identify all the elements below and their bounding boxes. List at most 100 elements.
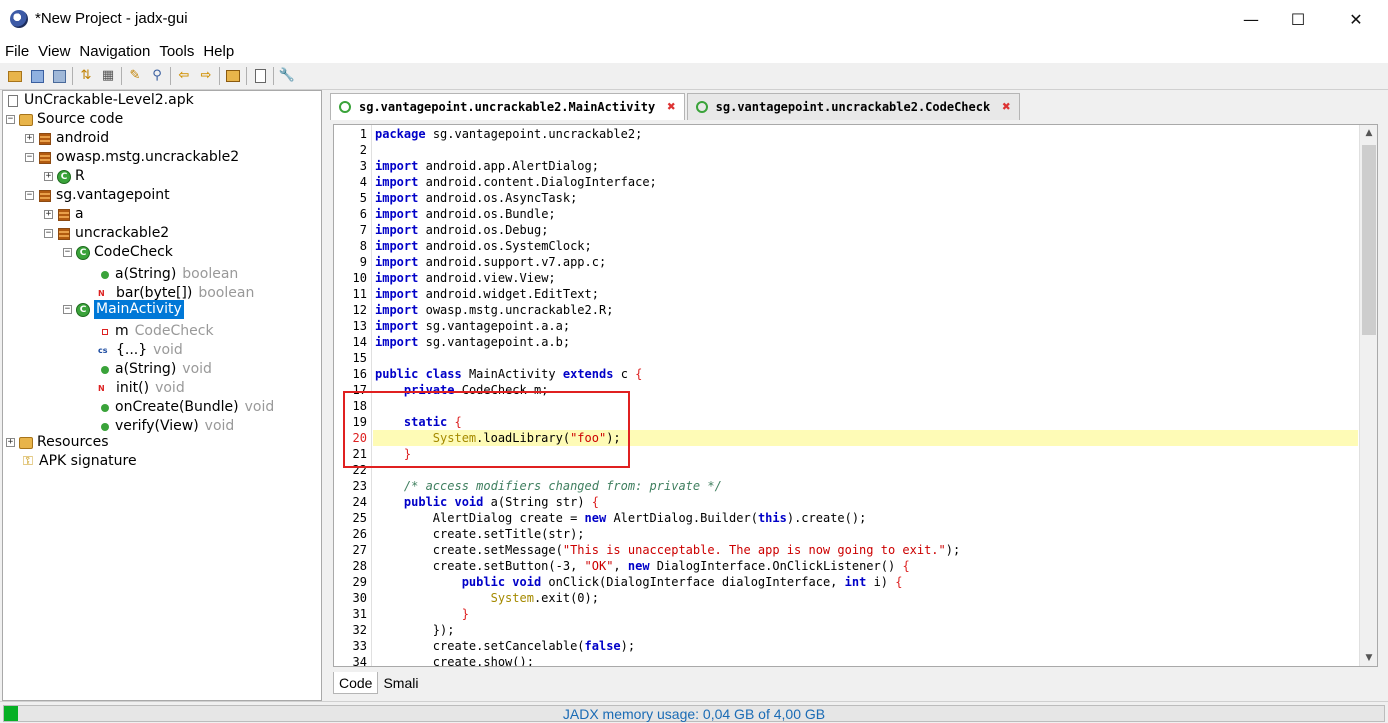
collapse-icon[interactable]: −: [25, 153, 34, 162]
collapse-icon[interactable]: −: [25, 191, 34, 200]
annotation-box: [343, 391, 630, 468]
code-line: import android.os.Bundle;: [375, 206, 556, 222]
package-icon: [57, 208, 71, 222]
code-editor[interactable]: 1 2 3 4 5 6 7 8 9 10 11 12 13 14 15 16 17 18 19 20 21 22 23 24 2…: [333, 124, 1378, 667]
tree-label: sg.vantagepoint: [56, 187, 170, 203]
key-icon: ⚿: [23, 453, 33, 469]
log-icon[interactable]: [252, 68, 268, 84]
tree-source-code[interactable]: − Source code: [6, 110, 123, 129]
tree-ma-verify[interactable]: verify(View) void: [98, 417, 234, 436]
tree-root-apk[interactable]: UnCrackable-Level2.apk: [6, 91, 194, 110]
scrollbar-thumb[interactable]: [1362, 145, 1376, 335]
collapse-icon[interactable]: −: [44, 229, 53, 238]
code-token: public void: [403, 495, 484, 509]
code-token: });: [375, 623, 455, 637]
project-tree: UnCrackable-Level2.apk − Source code + a…: [2, 90, 322, 701]
code-line: public void onClick(DialogInterface dial…: [375, 574, 903, 590]
close-tab-icon[interactable]: ✖: [667, 99, 675, 115]
save-all-icon[interactable]: [51, 68, 67, 84]
collapse-icon[interactable]: −: [6, 115, 15, 124]
collapse-icon[interactable]: −: [63, 305, 72, 314]
tree-pkg-owasp[interactable]: − owasp.mstg.uncrackable2: [25, 148, 239, 167]
expand-icon[interactable]: +: [25, 134, 34, 143]
menu-file[interactable]: File: [5, 43, 29, 60]
toolbar: ⇅ ▦ ✎ ⚲ ⇦ ⇨ 🔧: [0, 63, 1388, 90]
tree-ma-init[interactable]: N init() void: [98, 379, 185, 398]
tree-field-m[interactable]: m CodeCheck: [98, 322, 214, 341]
add-files-icon[interactable]: [29, 68, 45, 84]
close-tab-icon[interactable]: ✖: [1002, 99, 1010, 115]
line-number: 12: [352, 303, 367, 317]
close-window-button[interactable]: ✕: [1333, 0, 1379, 39]
expand-icon[interactable]: +: [44, 172, 53, 181]
folder-icon: [19, 113, 33, 127]
tab-label: sg.vantagepoint.uncrackable2.CodeCheck: [715, 100, 991, 114]
tree-apk-signature[interactable]: ⚿ APK signature: [21, 452, 137, 471]
menu-navigation[interactable]: Navigation: [79, 43, 150, 60]
code-line: public void a(String str) {: [375, 494, 599, 510]
code-token: DialogInterface.OnClickListener(): [656, 559, 896, 573]
editor-tabs: sg.vantagepoint.uncrackable2.MainActivit…: [330, 93, 1022, 120]
maximize-button[interactable]: ☐: [1275, 0, 1321, 39]
open-file-icon[interactable]: [7, 68, 23, 84]
preferences-icon[interactable]: 🔧: [279, 68, 295, 84]
code-token: owasp.mstg.uncrackable2.R;: [425, 303, 614, 317]
tree-ma-oncreate[interactable]: onCreate(Bundle) void: [98, 398, 274, 417]
menu-tools[interactable]: Tools: [159, 43, 194, 60]
menu-help[interactable]: Help: [203, 43, 234, 60]
field-icon: [102, 328, 108, 335]
code-token: import: [375, 207, 419, 221]
forward-icon[interactable]: ⇨: [198, 68, 214, 84]
tree-method-a-string[interactable]: a(String) boolean: [98, 265, 238, 284]
code-line: create.setTitle(str);: [375, 526, 585, 542]
tree-resources[interactable]: + Resources: [6, 433, 109, 452]
menu-view[interactable]: View: [38, 43, 70, 60]
back-icon[interactable]: ⇦: [176, 68, 192, 84]
line-number: 33: [352, 639, 367, 653]
scroll-down-icon[interactable]: ▼: [1360, 650, 1377, 666]
method-icon: [101, 270, 109, 279]
line-number: 30: [352, 591, 367, 605]
search-icon[interactable]: ✎: [127, 68, 143, 84]
flatten-icon[interactable]: ▦: [100, 68, 116, 84]
tree-pkg-uncrackable2[interactable]: − uncrackable2: [44, 224, 169, 243]
code-token: );: [620, 639, 636, 653]
tree-pkg-android[interactable]: + android: [25, 129, 109, 148]
line-number: 29: [352, 575, 367, 589]
tree-static-init[interactable]: cs {...} void: [98, 341, 183, 360]
tree-cls-mainactivity[interactable]: − C MainActivity: [63, 300, 184, 319]
expand-icon[interactable]: +: [6, 438, 15, 447]
tab-smali[interactable]: Smali: [378, 672, 423, 694]
tree-cls-codecheck[interactable]: − C CodeCheck: [63, 243, 173, 262]
tree-label: init(): [116, 380, 150, 396]
code-token: new: [584, 511, 607, 525]
collapse-icon[interactable]: −: [63, 248, 72, 257]
code-line: import android.content.DialogInterface;: [375, 174, 657, 190]
scroll-up-icon[interactable]: ▲: [1360, 125, 1377, 141]
minimize-button[interactable]: —: [1228, 0, 1274, 39]
code-token: import: [375, 159, 419, 173]
tree-pkg-a[interactable]: + a: [44, 205, 84, 224]
tree-cls-r[interactable]: + C R: [44, 167, 85, 186]
tree-label: CodeCheck: [94, 244, 173, 260]
expand-icon[interactable]: +: [44, 210, 53, 219]
tree-label-selected: MainActivity: [94, 300, 184, 319]
decompile-icon[interactable]: [225, 68, 241, 84]
tree-type: boolean: [198, 285, 255, 301]
tree-ma-a-string[interactable]: a(String) void: [98, 360, 212, 379]
code-token: {: [635, 367, 643, 381]
find-icon[interactable]: ⚲: [149, 68, 165, 84]
code-token: sg.vantagepoint.a.b;: [425, 335, 571, 349]
sync-icon[interactable]: ⇅: [78, 68, 94, 84]
method-icon: [101, 403, 109, 412]
line-number: 3: [359, 159, 367, 173]
vertical-scrollbar[interactable]: ▲ ▼: [1359, 125, 1377, 666]
tab-mainactivity[interactable]: sg.vantagepoint.uncrackable2.MainActivit…: [330, 93, 685, 120]
tree-pkg-sg[interactable]: − sg.vantagepoint: [25, 186, 170, 205]
tab-codecheck[interactable]: sg.vantagepoint.uncrackable2.CodeCheck ✖: [686, 93, 1020, 120]
code-token: sg.vantagepoint.a.a;: [425, 319, 571, 333]
tab-code[interactable]: Code: [333, 672, 379, 694]
code-token: import: [375, 287, 419, 301]
